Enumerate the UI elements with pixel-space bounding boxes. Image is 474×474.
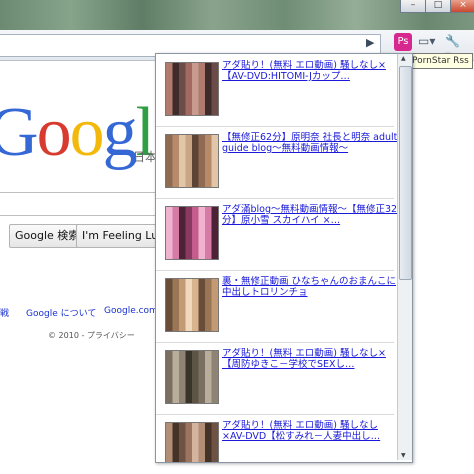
feed-thumbnail[interactable] bbox=[165, 422, 219, 462]
feed-item[interactable]: 裏・無修正動画 ひなちゃんのおまんこに中出しトロリンチョ bbox=[156, 270, 396, 343]
feed-item[interactable]: アダ貼り！(無料 エロ動画) 騒しなし×AV-DVD【松すみれ－人妻中出し… bbox=[156, 414, 394, 462]
feed-item-title[interactable]: アダ滿blog～無料動画情報～【無修正32分】原小雪 スカイハイ ×… bbox=[222, 204, 398, 226]
feed-item-title[interactable]: アダ貼り！(無料 エロ動画) 騒しなし×【周防ゆきこ－学校でSEXし… bbox=[222, 348, 398, 370]
google-search-button[interactable]: Google 検索 bbox=[9, 224, 86, 248]
feed-thumbnail[interactable] bbox=[165, 350, 219, 404]
scroll-down-icon[interactable]: ▼ bbox=[401, 452, 406, 459]
feed-thumbnail[interactable] bbox=[165, 206, 219, 260]
feed-item-title[interactable]: アダ貼り！(無料 エロ動画) 騒しなし×AV-DVD【松すみれ－人妻中出し… bbox=[222, 420, 398, 442]
footer-link-left[interactable]: 戦 bbox=[0, 306, 9, 319]
feed-item[interactable]: アダ貼り！(無料 エロ動画) 騒しなし×【AV-DVD:HITOMI-Jカップ… bbox=[156, 54, 394, 127]
google-com-link[interactable]: Google.com bbox=[104, 306, 158, 316]
popup-scrollbar[interactable]: ▲ ▼ bbox=[397, 54, 412, 460]
pornstar-rss-extension-icon[interactable]: Ps bbox=[394, 33, 412, 51]
extension-tooltip: PornStar Rss bbox=[408, 53, 473, 69]
scroll-up-icon[interactable]: ▲ bbox=[401, 55, 406, 62]
feed-item-title[interactable]: アダ貼り！(無料 エロ動画) 騒しなし×【AV-DVD:HITOMI-Jカップ… bbox=[222, 60, 398, 82]
scrollbar-thumb[interactable] bbox=[399, 66, 412, 280]
google-region-label: 日本 bbox=[133, 150, 158, 164]
copyright-text: © 2010 - プライバシー bbox=[48, 331, 135, 340]
page-menu-icon[interactable]: ▭▾ bbox=[418, 34, 438, 52]
feed-thumbnail[interactable] bbox=[165, 278, 219, 332]
feed-thumbnail[interactable] bbox=[165, 134, 219, 188]
feed-item-title[interactable]: 裏・無修正動画 ひなちゃんのおまんこに中出しトロリンチョ bbox=[222, 276, 398, 298]
close-button[interactable]: × bbox=[450, 0, 474, 13]
about-google-link[interactable]: Google について bbox=[26, 306, 96, 319]
rss-popup: アダ貼り！(無料 エロ動画) 騒しなし×【AV-DVD:HITOMI-Jカップ…… bbox=[155, 53, 413, 463]
go-arrow-icon[interactable]: ▶ bbox=[366, 36, 378, 50]
maximize-button[interactable]: □ bbox=[425, 0, 451, 13]
feed-thumbnail[interactable] bbox=[165, 62, 219, 116]
search-input[interactable] bbox=[0, 192, 163, 216]
feed-item-title[interactable]: 【無修正62分】原明奈 社長と明奈 adult guide blog～無料動画情… bbox=[222, 132, 398, 154]
wrench-icon[interactable]: 🔧▾ bbox=[445, 34, 465, 62]
feed-item[interactable]: 【無修正62分】原明奈 社長と明奈 adult guide blog～無料動画情… bbox=[156, 126, 397, 199]
minimize-button[interactable]: – bbox=[400, 0, 426, 13]
feed-item[interactable]: アダ滿blog～無料動画情報～【無修正32分】原小雪 スカイハイ ×… bbox=[156, 198, 397, 271]
feed-item[interactable]: アダ貼り！(無料 エロ動画) 騒しなし×【周防ゆきこ－学校でSEXし… bbox=[156, 342, 394, 415]
